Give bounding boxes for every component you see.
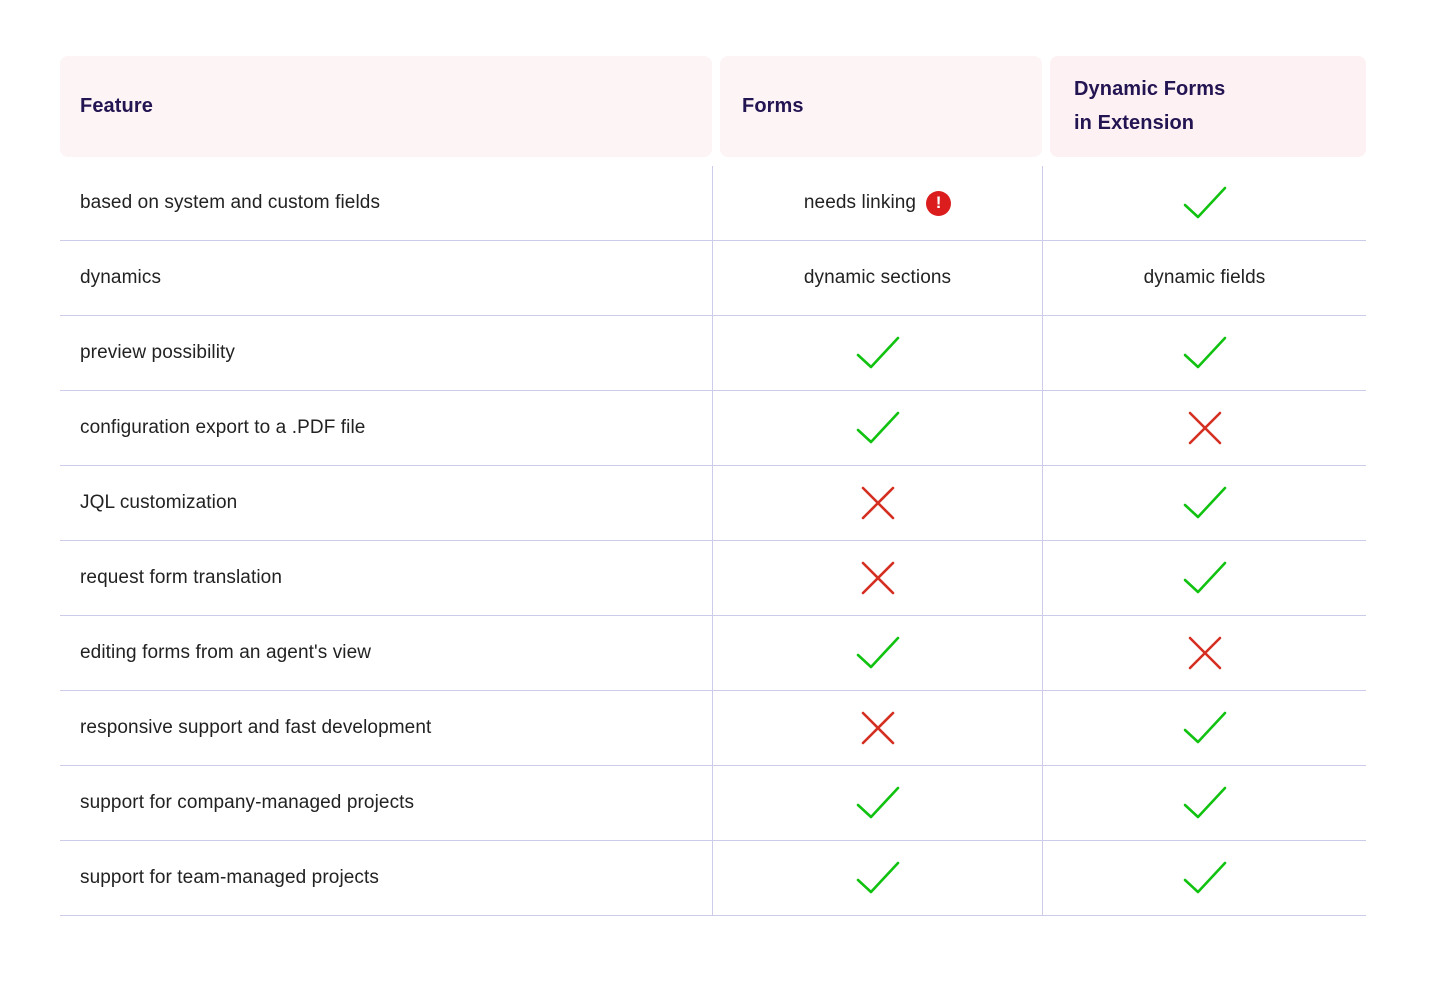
cell-dynamic-forms-value — [1042, 766, 1366, 840]
cell-feature-name: responsive support and fast development — [60, 691, 712, 765]
table-row: dynamics dynamic sections dynamic fields — [60, 241, 1366, 316]
check-icon — [855, 785, 901, 821]
table-row: based on system and custom fields needs l… — [60, 166, 1366, 241]
cell-dynamic-forms-value — [1042, 616, 1366, 690]
cell-forms-value: needs linking! — [712, 166, 1042, 240]
check-icon — [1182, 710, 1228, 746]
cell-dynamic-forms-value — [1042, 166, 1366, 240]
column-header-dynamic-forms-line1: Dynamic Forms — [1074, 77, 1226, 100]
cell-forms-value: dynamic sections — [712, 241, 1042, 315]
feature-label: request form translation — [80, 566, 282, 588]
cell-forms-value — [712, 841, 1042, 915]
cell-feature-name: editing forms from an agent's view — [60, 616, 712, 690]
column-header-dynamic-forms: Dynamic Forms in Extension — [1050, 56, 1366, 157]
check-icon — [1182, 485, 1228, 521]
cell-forms-value — [712, 466, 1042, 540]
cross-icon — [1186, 409, 1224, 447]
cell-forms-value — [712, 391, 1042, 465]
feature-label: preview possibility — [80, 341, 236, 363]
check-icon — [1182, 785, 1228, 821]
cell-feature-name: JQL customization — [60, 466, 712, 540]
check-icon — [855, 410, 901, 446]
warning-exclamation-icon: ! — [926, 190, 952, 216]
cell-dynamic-forms-value — [1042, 841, 1366, 915]
table-row: preview possibility — [60, 316, 1366, 391]
cell-forms-value — [712, 316, 1042, 390]
check-icon — [1182, 185, 1228, 221]
feature-comparison-table: Feature Forms Dynamic Forms in Extension… — [60, 56, 1366, 916]
check-icon — [855, 860, 901, 896]
cell-feature-name: based on system and custom fields — [60, 166, 712, 240]
cross-icon — [859, 484, 897, 522]
table-row: configuration export to a .PDF file — [60, 391, 1366, 466]
cell-dynamic-forms-value — [1042, 316, 1366, 390]
cell-forms-value — [712, 691, 1042, 765]
cell-forms-value — [712, 541, 1042, 615]
feature-label: editing forms from an agent's view — [80, 641, 372, 663]
column-header-forms: Forms — [720, 56, 1042, 157]
check-icon — [1182, 560, 1228, 596]
cell-dynamic-forms-value — [1042, 391, 1366, 465]
column-header-feature-label: Feature — [80, 94, 153, 117]
check-icon — [1182, 335, 1228, 371]
feature-label: configuration export to a .PDF file — [80, 416, 366, 438]
cell-dynamic-forms-value — [1042, 541, 1366, 615]
cell-forms-value — [712, 766, 1042, 840]
cross-icon — [1186, 634, 1224, 672]
table-body: based on system and custom fields needs l… — [60, 166, 1366, 916]
cell-dynamic-forms-value — [1042, 691, 1366, 765]
cell-dynamic-forms-value — [1042, 466, 1366, 540]
table-row: JQL customization — [60, 466, 1366, 541]
table-row: support for company-managed projects — [60, 766, 1366, 841]
check-icon — [855, 635, 901, 671]
cell-feature-name: preview possibility — [60, 316, 712, 390]
check-icon — [1182, 860, 1228, 896]
warning-exclamation-glyph: ! — [935, 192, 942, 212]
cell-dynamic-forms-value: dynamic fields — [1042, 241, 1366, 315]
check-icon — [855, 335, 901, 371]
feature-label: support for team-managed projects — [80, 866, 380, 888]
feature-label: support for company-managed projects — [80, 791, 415, 813]
feature-label: JQL customization — [80, 491, 238, 513]
feature-label: dynamics — [80, 266, 162, 288]
comparison-table-page: Feature Forms Dynamic Forms in Extension… — [0, 0, 1440, 981]
cell-feature-name: configuration export to a .PDF file — [60, 391, 712, 465]
cross-icon — [859, 709, 897, 747]
cell-feature-name: support for company-managed projects — [60, 766, 712, 840]
cell-feature-name: request form translation — [60, 541, 712, 615]
cell-forms-value — [712, 616, 1042, 690]
cell-feature-name: support for team-managed projects — [60, 841, 712, 915]
column-header-dynamic-forms-line2: in Extension — [1074, 111, 1195, 134]
cell-feature-name: dynamics — [60, 241, 712, 315]
cell-value-text: needs linking — [803, 192, 917, 213]
table-row: editing forms from an agent's view — [60, 616, 1366, 691]
feature-label: responsive support and fast development — [80, 716, 432, 738]
table-header-row: Feature Forms Dynamic Forms in Extension — [60, 56, 1366, 157]
column-header-dynamic-forms-label: Dynamic Forms in Extension — [1074, 73, 1225, 140]
cell-value-text: dynamic fields — [1143, 267, 1266, 288]
table-row: support for team-managed projects — [60, 841, 1366, 916]
cell-value-with-warning: needs linking! — [803, 190, 952, 216]
column-header-feature: Feature — [60, 56, 712, 157]
column-header-forms-label: Forms — [742, 94, 804, 117]
feature-label: based on system and custom fields — [80, 191, 381, 213]
table-row: request form translation — [60, 541, 1366, 616]
table-row: responsive support and fast development — [60, 691, 1366, 766]
cross-icon — [859, 559, 897, 597]
cell-value-text: dynamic sections — [803, 267, 952, 288]
